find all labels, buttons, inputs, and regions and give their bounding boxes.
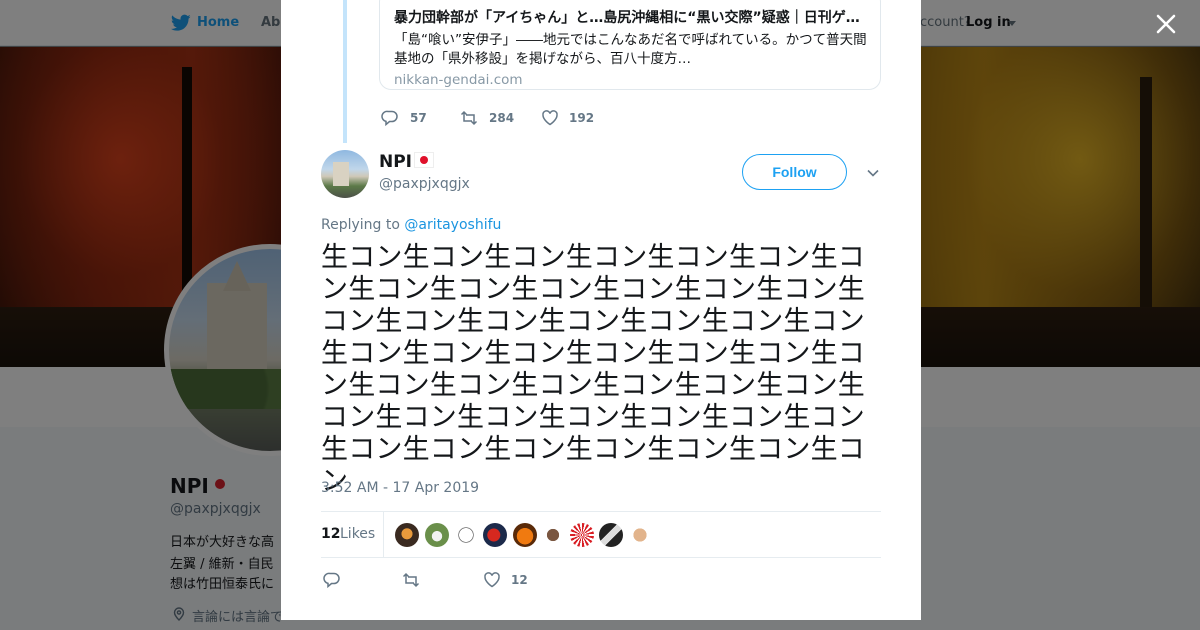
heart-icon[interactable] (483, 571, 501, 589)
likes-label[interactable]: Likes (340, 526, 375, 542)
liker-avatar[interactable] (570, 523, 594, 547)
tweet-author-name[interactable]: NPI (379, 152, 412, 172)
divider (321, 511, 881, 512)
replying-to: Replying to @aritayoshifu (321, 217, 501, 233)
chevron-down-icon[interactable] (866, 166, 880, 180)
retweet-count: 284 (489, 111, 515, 125)
reply-count: 57 (410, 111, 427, 125)
retweet-icon[interactable] (402, 571, 420, 589)
liker-avatar[interactable] (454, 523, 478, 547)
liker-avatar[interactable] (513, 523, 537, 547)
liker-avatar[interactable] (541, 523, 565, 547)
tweet-text: 生コン生コン生コン生コン生コン生コン生コン生コン生コン生コン生コン生コン生コン生… (321, 242, 865, 497)
tweet-modal: 暴力団幹部が「アイちゃん」と…島尻沖縄相に“黒い交際”疑惑｜日刊ゲ… 「島“喰い… (281, 0, 921, 620)
tweet-timestamp[interactable]: 3:52 AM - 17 Apr 2019 (321, 480, 479, 496)
liker-avatar[interactable] (483, 523, 507, 547)
link-preview-card[interactable]: 暴力団幹部が「アイちゃん」と…島尻沖縄相に“黒い交際”疑惑｜日刊ゲ… 「島“喰い… (379, 0, 881, 90)
replying-prefix: Replying to (321, 217, 405, 233)
reply-icon[interactable] (381, 109, 399, 127)
divider (383, 512, 384, 557)
like-count: 192 (569, 111, 595, 125)
tweet-author-handle[interactable]: @paxpjxqgjx (379, 176, 470, 192)
close-icon[interactable] (1154, 12, 1178, 36)
heart-icon[interactable] (541, 109, 559, 127)
retweet-icon[interactable] (460, 109, 478, 127)
likes-count[interactable]: 12 (321, 526, 340, 542)
card-domain: nikkan-gendai.com (394, 72, 523, 88)
liker-avatar[interactable] (599, 523, 623, 547)
tweet-avatar[interactable] (321, 150, 369, 198)
liker-avatar[interactable] (628, 523, 652, 547)
liker-avatar[interactable] (395, 523, 419, 547)
follow-button[interactable]: Follow (742, 154, 847, 190)
japan-flag-icon (414, 152, 434, 168)
reply-icon[interactable] (323, 571, 341, 589)
divider (321, 557, 881, 558)
thread-connector-line (343, 0, 347, 143)
card-title: 暴力団幹部が「アイちゃん」と…島尻沖縄相に“黒い交際”疑惑｜日刊ゲ… (394, 10, 860, 26)
replying-to-link[interactable]: @aritayoshifu (404, 217, 501, 233)
card-description: 「島“喰い”安伊子」――地元ではこんなあだ名で呼ばれている。かつて普天間基地の「… (394, 32, 867, 67)
like-count: 12 (511, 573, 528, 587)
liker-avatar[interactable] (425, 523, 449, 547)
